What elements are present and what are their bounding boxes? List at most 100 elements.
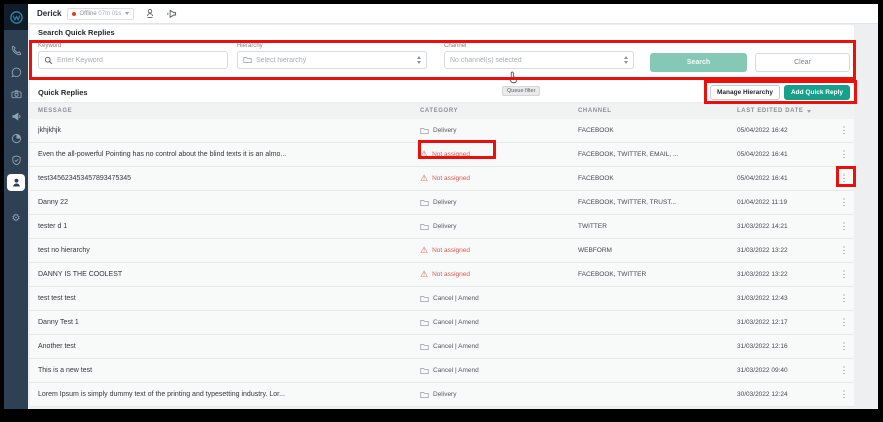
category-cell: ⚠ Cancel | Amend xyxy=(420,335,479,358)
sidebar-item-media[interactable] xyxy=(7,86,25,103)
search-icon xyxy=(44,56,53,65)
search-section-header: Search Quick Replies xyxy=(30,25,854,41)
sidebar-item-reports[interactable] xyxy=(7,130,25,147)
kebab-menu-button[interactable]: ⋮ xyxy=(836,215,852,238)
last-edited-cell: 31/03/2022 12:43 xyxy=(737,287,788,310)
search-section-title: Search Quick Replies xyxy=(38,28,115,37)
table-row[interactable]: This is a new test ⚠ Cancel | Amend 31/0… xyxy=(30,359,854,383)
announcement-button[interactable] xyxy=(166,9,177,19)
table-row[interactable]: Even the all-powerful Pointing has no co… xyxy=(30,143,854,167)
agent-icon xyxy=(11,177,22,188)
table-row[interactable]: tester d 1 ⚠ Delivery TWITTER 31/03/2022… xyxy=(30,215,854,239)
table-row[interactable]: DANNY IS THE COOLEST ⚠ Not assigned FACE… xyxy=(30,263,854,287)
category-cell: ⚠ Not assigned xyxy=(420,239,470,262)
warning-icon: ⚠ xyxy=(420,174,428,183)
status-dropdown[interactable]: Offline 07m 01s xyxy=(67,8,134,20)
channel-cell: WEBFORM xyxy=(578,239,728,262)
message-cell: Even the all-powerful Pointing has no co… xyxy=(38,143,408,166)
quick-replies-card: Quick Replies Manage Hierarchy Add Quick… xyxy=(30,82,854,407)
topbar: Derick Offline 07m 01s xyxy=(28,4,878,24)
sidebar: ⚙ xyxy=(4,4,28,409)
message-cell: tester d 1 xyxy=(38,215,408,238)
sidebar-item-settings[interactable]: ⚙ xyxy=(7,210,25,227)
table-row[interactable]: test345623453457893475345 ⚠ Not assigned… xyxy=(30,167,854,191)
kebab-menu-button[interactable]: ⋮ xyxy=(836,167,852,190)
app-window: ⚙ Derick Offline 07m 01s Searc xyxy=(4,4,878,409)
sidebar-item-campaigns[interactable] xyxy=(7,108,25,125)
folder-icon xyxy=(420,218,429,236)
message-cell: jkhjkhjk xyxy=(38,119,408,142)
channel-cell: FACEBOOK, TWITTER, TRUST... xyxy=(578,191,728,214)
table-row[interactable]: test no hierarchy ⚠ Not assigned WEBFORM… xyxy=(30,239,854,263)
kebab-menu-button[interactable]: ⋮ xyxy=(836,119,852,142)
hierarchy-select[interactable]: Select hierarchy xyxy=(237,51,427,69)
add-quick-reply-button[interactable]: Add Quick Reply xyxy=(784,85,850,100)
kebab-menu-button[interactable]: ⋮ xyxy=(836,383,852,406)
person-icon xyxy=(145,8,155,19)
table-row[interactable]: jkhjkhjk ⚠ Delivery FACEBOOK 05/04/2022 … xyxy=(30,119,854,143)
manage-hierarchy-button[interactable]: Manage Hierarchy xyxy=(710,85,780,100)
keyword-placeholder: Enter Keyword xyxy=(57,57,222,64)
clear-button[interactable]: Clear xyxy=(755,53,850,72)
category-cell: ⚠ Cancel | Amend xyxy=(420,287,479,310)
hierarchy-filter-group: Hierarchy Select hierarchy xyxy=(237,43,427,69)
sidebar-item-chat[interactable] xyxy=(7,64,25,81)
announcement-icon xyxy=(166,9,177,19)
table-row[interactable]: Another test ⚠ Cancel | Amend 31/03/2022… xyxy=(30,335,854,359)
keyword-input[interactable]: Enter Keyword xyxy=(38,51,228,69)
phone-icon xyxy=(11,45,22,56)
kebab-menu-button[interactable]: ⋮ xyxy=(836,263,852,286)
megaphone-icon xyxy=(11,111,22,122)
folder-icon xyxy=(420,194,429,212)
camera-icon xyxy=(11,89,22,100)
channel-cell xyxy=(578,359,728,382)
column-header-channel[interactable]: CHANNEL xyxy=(578,103,612,119)
column-header-message[interactable]: MESSAGE xyxy=(38,103,72,119)
last-edited-cell: 31/03/2022 13:22 xyxy=(737,239,788,262)
column-header-last-edited[interactable]: LAST EDITED DATE xyxy=(737,103,811,119)
folder-icon xyxy=(420,122,429,140)
kebab-menu-button[interactable]: ⋮ xyxy=(836,311,852,334)
screenshot-frame: ⚙ Derick Offline 07m 01s Searc xyxy=(0,0,883,422)
kebab-menu-button[interactable]: ⋮ xyxy=(836,239,852,262)
message-cell: Another test xyxy=(38,335,408,358)
message-cell: test345623453457893475345 xyxy=(38,167,408,190)
folder-icon xyxy=(420,362,429,380)
category-cell: ⚠ Delivery xyxy=(420,119,456,142)
message-cell: Lorem Ipsum is simply dummy text of the … xyxy=(38,383,408,406)
last-edited-cell: 30/03/2022 12:24 xyxy=(737,383,788,406)
last-edited-cell: 31/03/2022 13:22 xyxy=(737,263,788,286)
sidebar-item-security[interactable] xyxy=(7,152,25,169)
sort-descending-icon xyxy=(807,110,811,113)
sidebar-nav: ⚙ xyxy=(7,42,25,232)
kebab-menu-button[interactable]: ⋮ xyxy=(836,359,852,382)
last-edited-cell: 05/04/2022 16:41 xyxy=(737,143,788,166)
profile-button[interactable] xyxy=(145,8,155,19)
last-edited-cell: 05/04/2022 16:41 xyxy=(737,167,788,190)
channel-select[interactable]: No channel(s) selected xyxy=(444,51,634,69)
column-header-category[interactable]: CATEGORY xyxy=(420,103,458,119)
last-edited-cell: 31/03/2022 09:40 xyxy=(737,359,788,382)
search-filters: Keyword Enter Keyword Hierarchy Select h… xyxy=(30,41,854,82)
channel-cell xyxy=(578,383,728,406)
channel-cell xyxy=(578,311,728,334)
last-edited-cell: 01/04/2022 11:19 xyxy=(737,191,787,214)
table-row[interactable]: Lorem Ipsum is simply dummy text of the … xyxy=(30,383,854,407)
folder-icon xyxy=(420,290,429,308)
sidebar-item-agent-active[interactable] xyxy=(7,174,25,191)
kebab-menu-button[interactable]: ⋮ xyxy=(836,335,852,358)
kebab-menu-button[interactable]: ⋮ xyxy=(836,191,852,214)
table-row[interactable]: Danny Test 1 ⚠ Cancel | Amend 31/03/2022… xyxy=(30,311,854,335)
table-row[interactable]: Danny 22 ⚠ Delivery FACEBOOK, TWITTER, T… xyxy=(30,191,854,215)
sidebar-item-calls[interactable] xyxy=(7,42,25,59)
kebab-menu-button[interactable]: ⋮ xyxy=(836,143,852,166)
hierarchy-label: Hierarchy xyxy=(237,43,427,49)
mouse-cursor-icon xyxy=(507,71,518,89)
spinner-icon xyxy=(624,56,628,64)
brand-logo-icon xyxy=(9,10,24,25)
kebab-menu-button[interactable]: ⋮ xyxy=(836,287,852,310)
message-cell: test test test xyxy=(38,287,408,310)
search-button[interactable]: Search xyxy=(650,53,747,72)
folder-icon xyxy=(420,338,429,356)
table-row[interactable]: test test test ⚠ Cancel | Amend 31/03/20… xyxy=(30,287,854,311)
